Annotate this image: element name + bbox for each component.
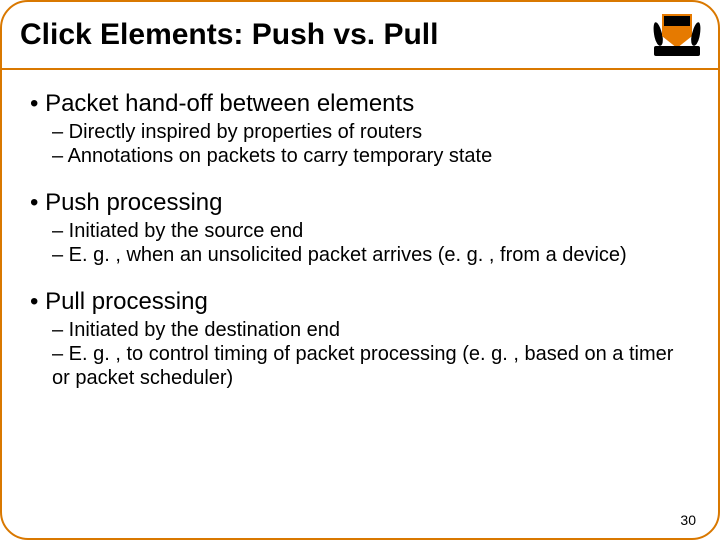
section-push: • Push processing – Initiated by the sou… — [30, 189, 690, 268]
page-number: 30 — [680, 512, 696, 528]
princeton-crest-icon — [654, 12, 700, 58]
bullet-sub: – Directly inspired by properties of rou… — [52, 120, 690, 144]
bullet-sub: – Initiated by the source end — [52, 219, 690, 243]
bullet-heading: • Pull processing — [30, 288, 690, 316]
slide-body: • Packet hand-off between elements – Dir… — [2, 70, 718, 391]
bullet-heading: • Packet hand-off between elements — [30, 90, 690, 118]
bullet-heading: • Push processing — [30, 189, 690, 217]
slide-title: Click Elements: Push vs. Pull — [20, 18, 438, 52]
section-pull: • Pull processing – Initiated by the des… — [30, 288, 690, 391]
slide-frame: Click Elements: Push vs. Pull • Packet h… — [0, 0, 720, 540]
bullet-sub: – E. g. , to control timing of packet pr… — [52, 342, 690, 391]
bullet-sub: – E. g. , when an unsolicited packet arr… — [52, 243, 690, 267]
bullet-sub: – Initiated by the destination end — [52, 318, 690, 342]
bullet-sub: – Annotations on packets to carry tempor… — [52, 144, 690, 168]
section-handoff: • Packet hand-off between elements – Dir… — [30, 90, 690, 169]
title-bar: Click Elements: Push vs. Pull — [2, 2, 718, 70]
